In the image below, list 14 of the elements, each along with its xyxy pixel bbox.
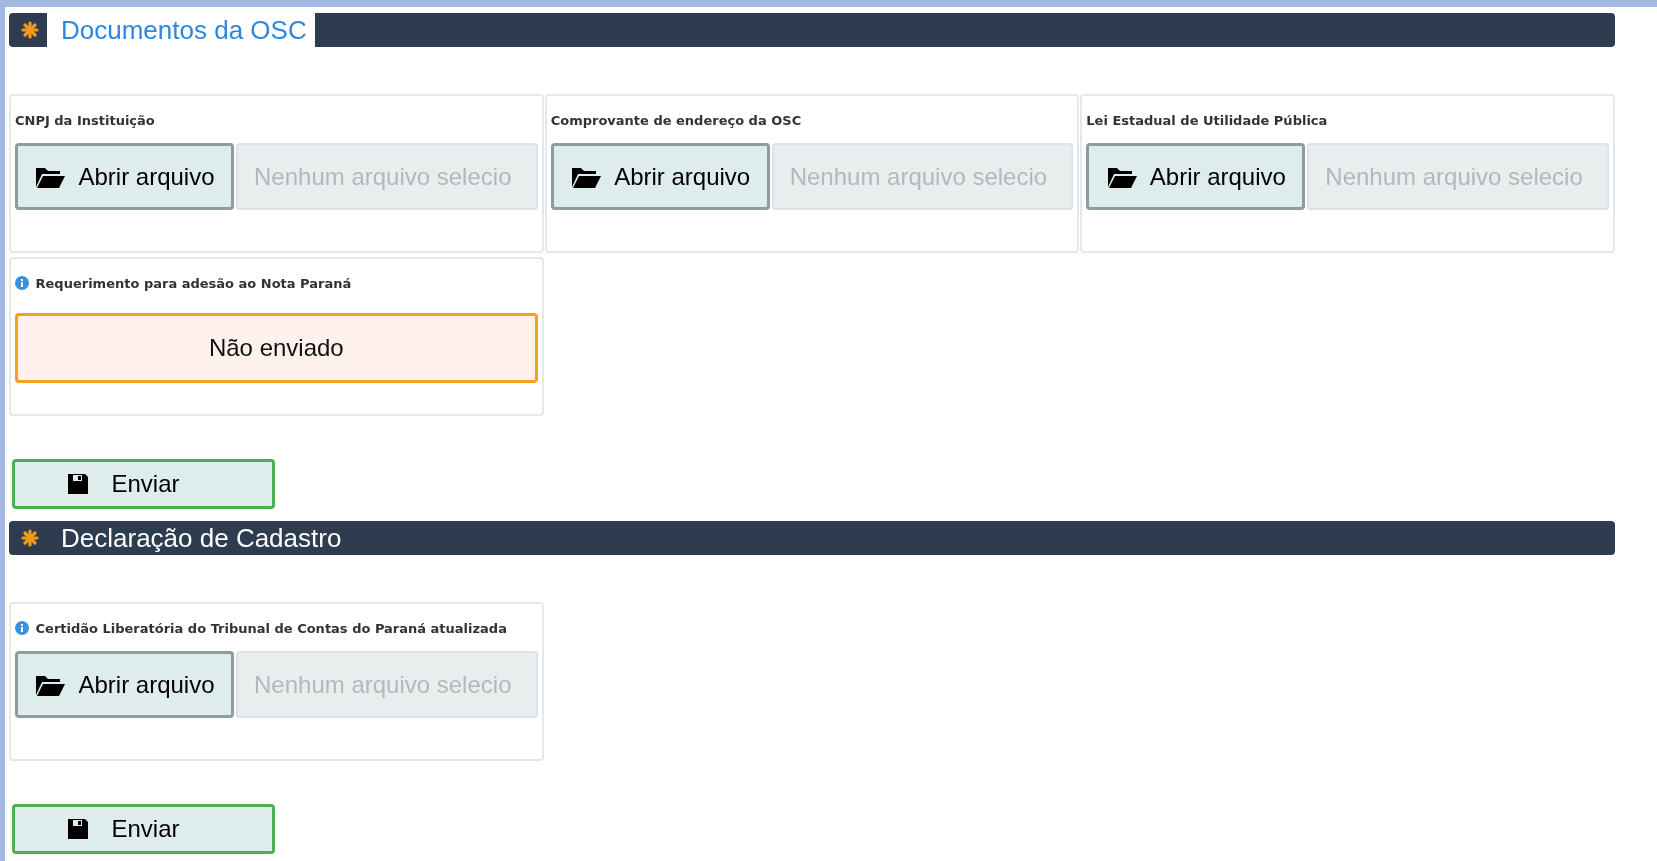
status-box: Não enviado: [15, 313, 538, 383]
field-label: CNPJ da Instituição: [15, 113, 155, 128]
field-label: Certidão Liberatória do Tribunal de Contas do Paraná atualizada: [35, 621, 507, 636]
section-title: Documentos da OSC: [47, 13, 315, 47]
section-title: Declaração de Cadastro: [60, 522, 343, 555]
open-file-button[interactable]: Abrir arquivo: [15, 651, 234, 718]
open-file-button[interactable]: Abrir arquivo: [1086, 143, 1306, 210]
send-button[interactable]: Enviar: [12, 459, 275, 509]
send-button[interactable]: Enviar: [12, 804, 275, 854]
open-file-button[interactable]: Abrir arquivo: [15, 143, 234, 210]
field-label: Requerimento para adesão ao Nota Paraná: [35, 276, 352, 291]
field-label: Comprovante de endereço da OSC: [550, 113, 802, 128]
open-file-button[interactable]: Abrir arquivo: [550, 143, 770, 210]
field-label: Lei Estadual de Utilidade Pública: [1086, 113, 1328, 128]
